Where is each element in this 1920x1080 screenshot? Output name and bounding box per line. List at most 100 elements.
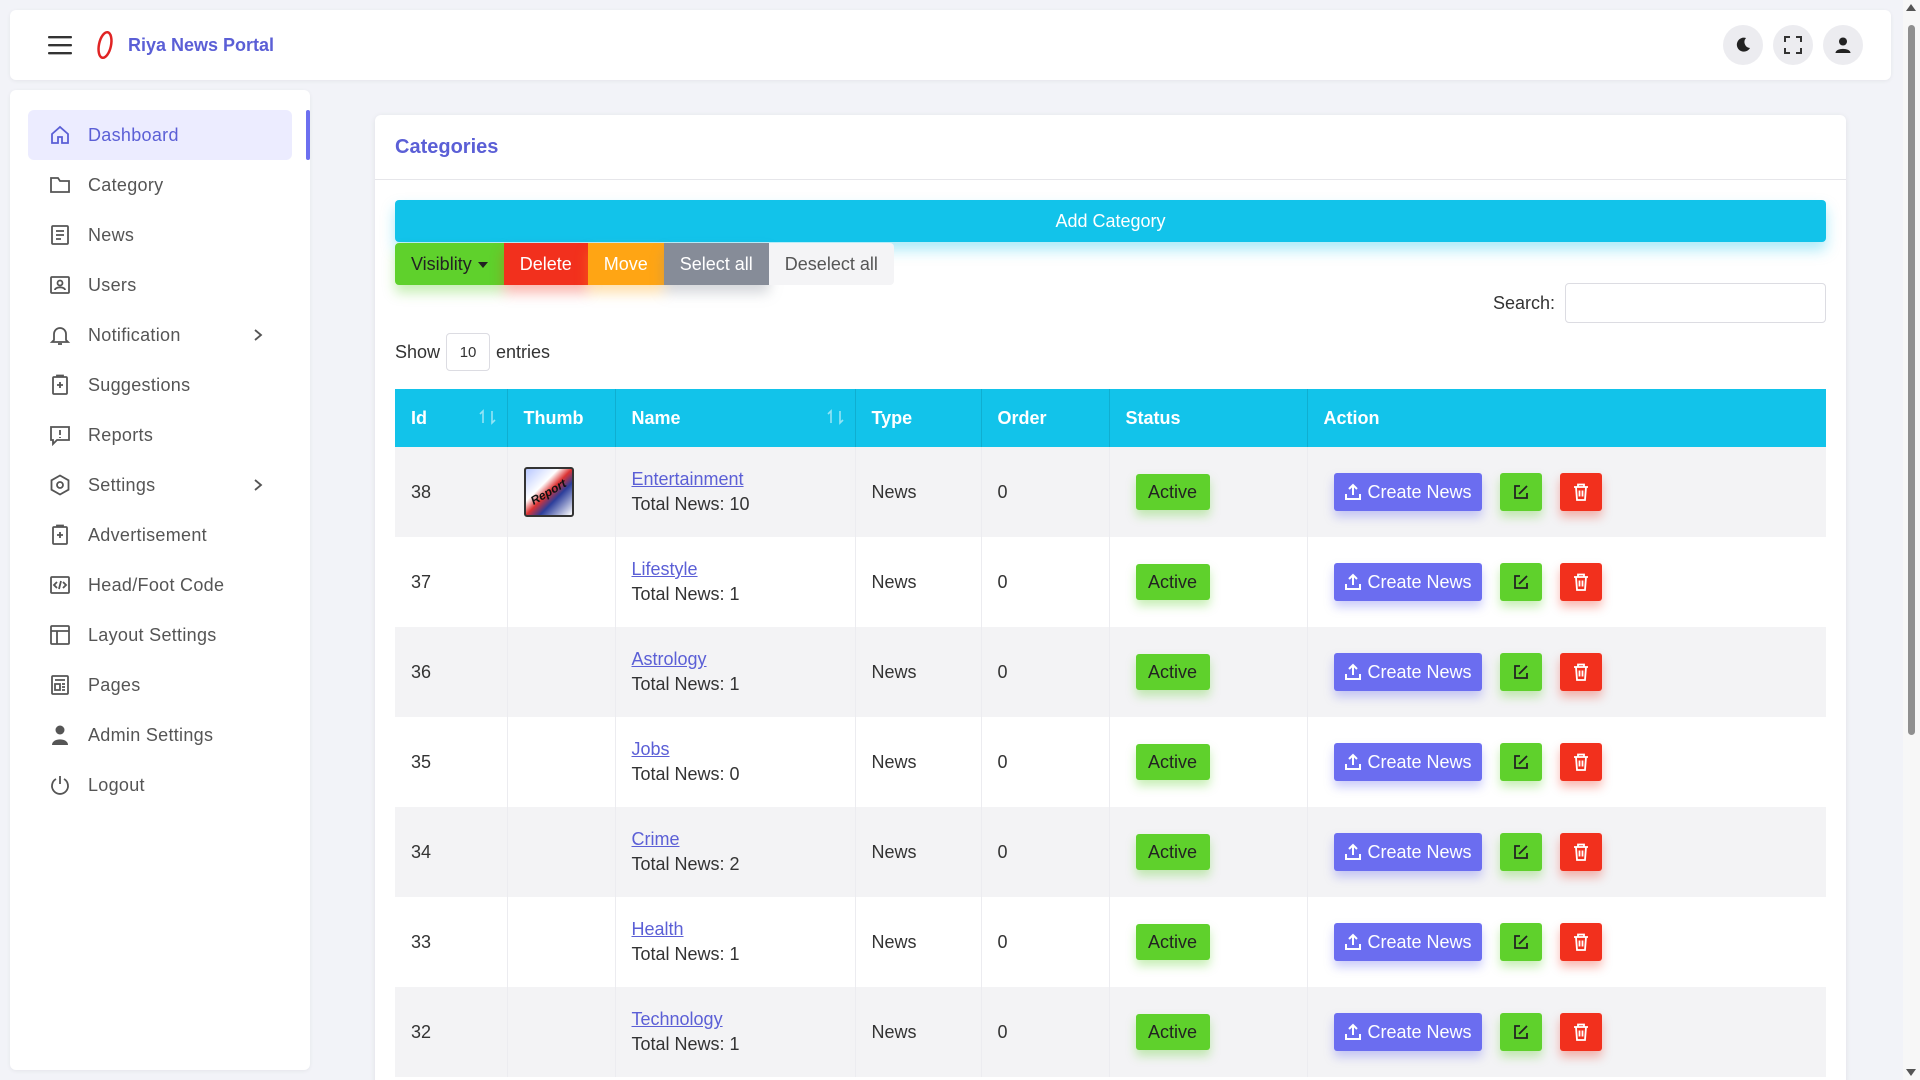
scrollbar-thumb[interactable] (1908, 25, 1915, 735)
edit-button[interactable] (1499, 833, 1542, 871)
edit-button[interactable] (1499, 473, 1542, 511)
delete-button[interactable] (1559, 1013, 1602, 1051)
edit-button[interactable] (1499, 1013, 1542, 1051)
category-name-link[interactable]: Technology (632, 1009, 855, 1030)
thumbnail-text: Report (528, 476, 569, 508)
sidebar-item-notification[interactable]: Notification (28, 310, 292, 360)
add-category-button[interactable]: Add Category (395, 200, 1826, 242)
edit-button[interactable] (1499, 923, 1542, 961)
category-name-link[interactable]: Astrology (632, 649, 855, 670)
create-news-button[interactable]: Create News (1333, 923, 1482, 961)
sidebar-item-pages[interactable]: Pages (28, 660, 292, 710)
create-news-button[interactable]: Create News (1333, 743, 1482, 781)
entries-select[interactable]: 10 (446, 333, 491, 371)
fullscreen-icon[interactable] (1773, 25, 1813, 65)
status-badge[interactable]: Active (1135, 654, 1210, 690)
sidebar-item-category[interactable]: Category (28, 160, 292, 210)
sidebar-item-users[interactable]: Users (28, 260, 292, 310)
cell-thumb (507, 537, 616, 627)
delete-button[interactable] (1559, 653, 1602, 691)
create-news-button[interactable]: Create News (1333, 1013, 1482, 1051)
menu-toggle-icon[interactable] (38, 22, 84, 68)
sidebar-item-label: Reports (88, 424, 154, 445)
page-scrollbar[interactable] (1903, 0, 1920, 1080)
sidebar-item-logout[interactable]: Logout (28, 760, 292, 810)
status-badge[interactable]: Active (1135, 924, 1210, 960)
move-button[interactable]: Move (587, 243, 664, 285)
edit-button[interactable] (1499, 743, 1542, 781)
cell-status: Active (1109, 447, 1308, 537)
dark-mode-moon-icon[interactable] (1723, 25, 1763, 65)
table-row: 37 Lifestyle Total News: 1 News 0 Active… (395, 537, 1826, 627)
sidebar-item-label: Category (88, 174, 164, 195)
brand-name[interactable]: Riya News Portal (128, 35, 274, 56)
status-badge[interactable]: Active (1135, 834, 1210, 870)
bulk-delete-button[interactable]: Delete (503, 243, 588, 285)
upload-icon (1344, 933, 1362, 951)
power-icon (48, 773, 72, 797)
sidebar-item-news[interactable]: News (28, 210, 292, 260)
layout-icon (48, 623, 72, 647)
scroll-up-arrow-icon[interactable] (1906, 4, 1916, 11)
cell-status: Active (1109, 627, 1308, 717)
create-news-button[interactable]: Create News (1333, 653, 1482, 691)
sidebar-item-reports[interactable]: Reports (28, 410, 292, 460)
sidebar-item-layout-settings[interactable]: Layout Settings (28, 610, 292, 660)
sidebar-item-label: Dashboard (88, 124, 179, 145)
trash-icon (1573, 483, 1588, 501)
scroll-down-arrow-icon[interactable] (1906, 1069, 1916, 1076)
bell-icon (48, 323, 72, 347)
sidebar-item-label: Suggestions (88, 374, 191, 395)
create-news-button[interactable]: Create News (1333, 833, 1482, 871)
create-news-label: Create News (1367, 931, 1472, 952)
column-header-id[interactable]: Id (395, 389, 508, 447)
column-header-name[interactable]: Name (615, 389, 856, 447)
select-all-button[interactable]: Select all (663, 243, 769, 285)
category-name-link[interactable]: Entertainment (632, 469, 855, 490)
cell-thumb (507, 807, 616, 897)
edit-button[interactable] (1499, 653, 1542, 691)
delete-button[interactable] (1559, 833, 1602, 871)
status-badge[interactable]: Active (1135, 744, 1210, 780)
deselect-all-button[interactable]: Deselect all (768, 243, 894, 285)
trash-icon (1573, 753, 1588, 771)
cell-id: 36 (395, 627, 508, 717)
users-icon (48, 273, 72, 297)
status-badge[interactable]: Active (1135, 474, 1210, 510)
status-badge[interactable]: Active (1135, 564, 1210, 600)
category-thumbnail[interactable]: Report (523, 467, 574, 517)
category-name-link[interactable]: Lifestyle (632, 559, 855, 580)
delete-button[interactable] (1559, 743, 1602, 781)
sidebar-item-suggestions[interactable]: Suggestions (28, 360, 292, 410)
sidebar-item-admin-settings[interactable]: Admin Settings (28, 710, 292, 760)
delete-button[interactable] (1559, 923, 1602, 961)
table-row: 36 Astrology Total News: 1 News 0 Active… (395, 627, 1826, 717)
sidebar-item-head-foot-code[interactable]: Head/Foot Code (28, 560, 292, 610)
status-badge[interactable]: Active (1135, 1014, 1210, 1050)
user-profile-icon[interactable] (1823, 25, 1863, 65)
cell-name: Entertainment Total News: 10 (615, 447, 856, 537)
cell-order: 0 (981, 807, 1110, 897)
sidebar-item-advertisement[interactable]: Advertisement (28, 510, 292, 560)
create-news-button[interactable]: Create News (1333, 563, 1482, 601)
cell-action: Create News (1307, 447, 1826, 537)
delete-button[interactable] (1559, 563, 1602, 601)
search-input[interactable] (1565, 283, 1826, 323)
category-name-link[interactable]: Health (632, 919, 855, 940)
sidebar-item-label: Head/Foot Code (88, 574, 225, 595)
upload-icon (1344, 753, 1362, 771)
create-news-button[interactable]: Create News (1333, 473, 1482, 511)
delete-button[interactable] (1559, 473, 1602, 511)
cell-status: Active (1109, 537, 1308, 627)
visibility-dropdown-button[interactable]: Visiblity (395, 243, 504, 285)
sidebar-item-settings[interactable]: Settings (28, 460, 292, 510)
cell-action: Create News (1307, 717, 1826, 807)
category-name-link[interactable]: Jobs (632, 739, 855, 760)
edit-button[interactable] (1499, 563, 1542, 601)
upload-icon (1344, 843, 1362, 861)
table-row: 34 Crime Total News: 2 News 0 Active Cre… (395, 807, 1826, 897)
sidebar-item-label: News (88, 224, 135, 245)
code-icon (48, 573, 72, 597)
sidebar-item-dashboard[interactable]: Dashboard (28, 110, 310, 160)
category-name-link[interactable]: Crime (632, 829, 855, 850)
